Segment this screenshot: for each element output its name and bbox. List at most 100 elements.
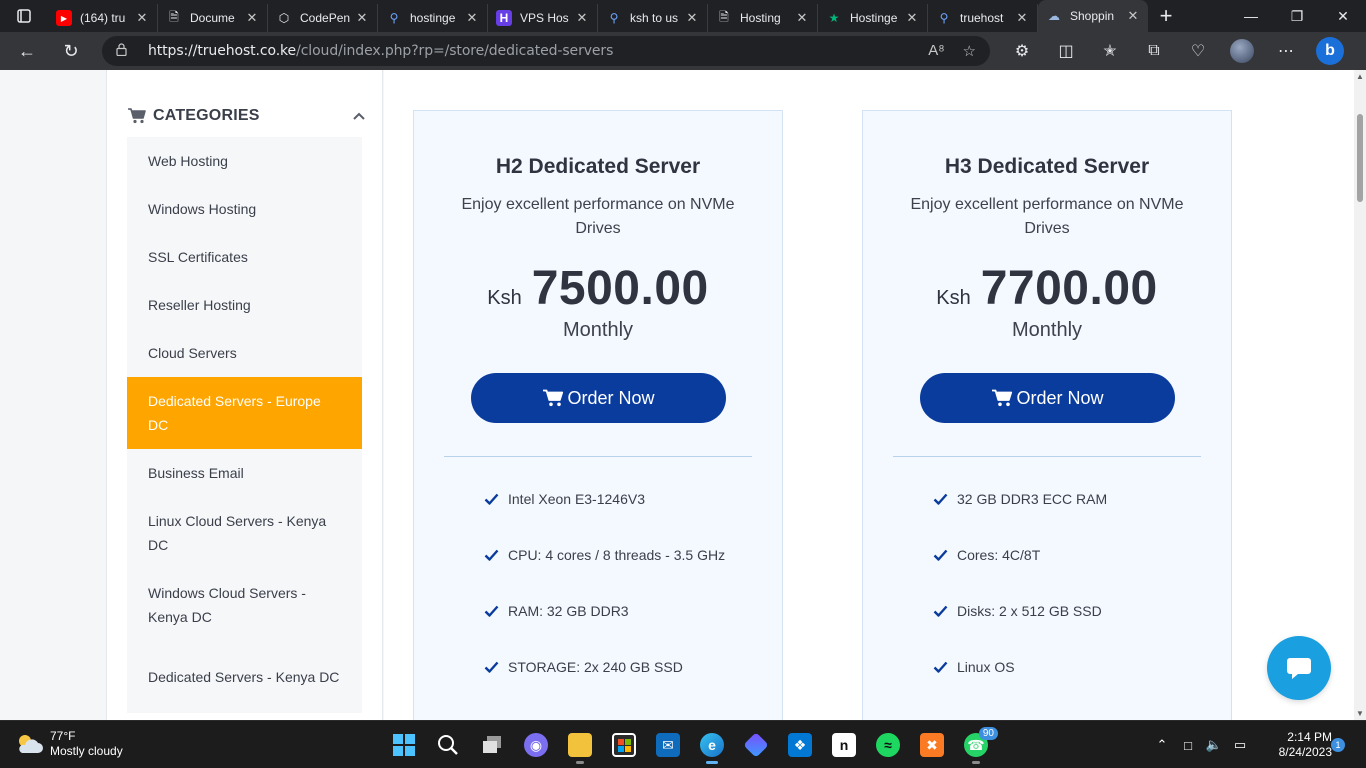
order-button-label: Order Now [1016, 387, 1104, 408]
order-now-button[interactable]: Order Now [920, 373, 1175, 423]
close-tab-icon[interactable]: ✕ [245, 10, 259, 26]
favorite-star-icon[interactable]: ☆ [963, 42, 976, 60]
category-item[interactable]: Windows Hosting [127, 185, 362, 233]
category-item[interactable]: Reseller Hosting [127, 281, 362, 329]
category-item[interactable]: Windows Cloud Servers - Kenya DC [127, 569, 362, 641]
start-button[interactable] [382, 725, 426, 765]
price-currency: Ksh [936, 287, 971, 309]
browser-tab-6[interactable]: 🗎 Hosting ✕ [708, 4, 818, 32]
split-screen-icon[interactable]: ◫ [1044, 32, 1088, 70]
order-button-label: Order Now [567, 387, 655, 408]
whatsapp-app[interactable]: ☎ 90 [954, 725, 998, 765]
close-tab-icon[interactable]: ✕ [135, 10, 149, 26]
close-tab-icon[interactable]: ✕ [355, 10, 369, 26]
tab-title: (164) tru [80, 11, 126, 25]
taskbar-clock[interactable]: 2:14 PM 8/24/2023 [1262, 730, 1332, 760]
teams-chat-app[interactable]: ◉ [514, 725, 558, 765]
feature-text: CPU: 4 cores / 8 threads - 3.5 GHz [508, 547, 726, 563]
network-icon[interactable]: □ [1176, 738, 1200, 753]
browser-tab-7[interactable]: ★ Hostinge ✕ [818, 4, 928, 32]
close-tab-icon[interactable]: ✕ [465, 10, 479, 26]
categories-header[interactable]: CATEGORIES [127, 104, 367, 128]
close-tab-icon[interactable]: ✕ [685, 10, 699, 26]
restore-button[interactable]: ❐ [1274, 0, 1320, 32]
browser-tab-0[interactable]: ▶ (164) tru ✕ [48, 4, 158, 32]
battery-icon[interactable]: ▭ [1228, 737, 1252, 753]
weather-widget[interactable]: 77°F Mostly cloudy [14, 729, 123, 759]
browser-tab-5[interactable]: ⚲ ksh to us ✕ [598, 4, 708, 32]
order-now-button[interactable]: Order Now [471, 373, 726, 423]
extensions-icon[interactable]: ⚙ [1000, 32, 1044, 70]
feature-item: Cores: 4C/8T [933, 543, 1223, 599]
close-tab-icon[interactable]: ✕ [795, 10, 809, 26]
performance-icon[interactable]: ♡ [1176, 32, 1220, 70]
task-view-button[interactable] [470, 725, 514, 765]
browser-tab-1[interactable]: 🗎 Docume ✕ [158, 4, 268, 32]
temperature-text: 77°F [50, 729, 76, 743]
browser-tab-9[interactable]: ☁ Shoppin ✕ [1038, 0, 1148, 32]
show-hidden-icons-chevron-icon[interactable]: ⌃ [1150, 737, 1174, 753]
tab-title: Shoppin [1070, 9, 1115, 23]
browser-tab-3[interactable]: ⚲ hostinge ✕ [378, 4, 488, 32]
new-tab-button[interactable]: + [1148, 3, 1184, 29]
browser-tab-4[interactable]: H VPS Hos ✕ [488, 4, 598, 32]
price-amount: 7500.00 [531, 262, 709, 315]
edge-icon: e [700, 733, 724, 757]
profile-avatar[interactable] [1220, 32, 1264, 70]
edge-browser-app[interactable]: e [690, 725, 734, 765]
category-item[interactable]: Cloud Servers [127, 329, 362, 377]
category-item[interactable]: Linux Cloud Servers - Kenya DC [127, 497, 362, 569]
search-icon: ⚲ [939, 11, 949, 25]
star-icon: ★ [828, 11, 840, 25]
close-tab-icon[interactable]: ✕ [1126, 8, 1140, 24]
spotify-icon: ≈ [876, 733, 900, 757]
browser-tab-8[interactable]: ⚲ truehost ✕ [928, 4, 1038, 32]
codepen-icon: ⬡ [278, 11, 290, 25]
category-item[interactable]: Business Email [127, 449, 362, 497]
live-chat-button[interactable] [1267, 636, 1331, 700]
notion-app[interactable]: n [822, 725, 866, 765]
close-window-button[interactable]: ✕ [1320, 0, 1366, 32]
feature-text: STORAGE: 2x 240 GB SSD [508, 659, 683, 675]
file-explorer-app[interactable] [558, 725, 602, 765]
copilot-app[interactable] [734, 725, 778, 765]
search-button[interactable] [426, 725, 470, 765]
vscode-app[interactable]: ❖ [778, 725, 822, 765]
category-item[interactable]: Dedicated Servers - Europe DC [127, 377, 362, 449]
cloud-icon: ☁ [1048, 9, 1060, 23]
microsoft-store-app[interactable] [602, 725, 646, 765]
close-tab-icon[interactable]: ✕ [575, 10, 589, 26]
spotify-app[interactable]: ≈ [866, 725, 910, 765]
bing-copilot-icon[interactable]: b [1308, 32, 1352, 70]
document-icon: 🗎 [719, 9, 729, 24]
scrollbar-thumb[interactable] [1357, 114, 1363, 202]
close-tab-icon[interactable]: ✕ [905, 10, 919, 26]
shopping-cart-icon [128, 108, 146, 124]
product-card: H3 Dedicated Server Enjoy excellent perfo… [862, 110, 1232, 720]
settings-menu-icon[interactable]: ⋯ [1264, 32, 1308, 70]
minimize-button[interactable]: — [1228, 0, 1274, 32]
collections-icon[interactable]: ⧉ [1132, 32, 1176, 70]
windows-taskbar: 77°F Mostly cloudy ◉ ✉ e ❖ n ≈ ✖ ☎ 90 ⌃ … [0, 720, 1366, 768]
browser-tab-2[interactable]: ⬡ CodePen ✕ [268, 4, 378, 32]
tab-actions-button[interactable] [0, 0, 48, 32]
xampp-app[interactable]: ✖ [910, 725, 954, 765]
notification-badge[interactable]: 1 [1331, 738, 1345, 752]
chevron-up-icon[interactable] [351, 108, 367, 124]
hostinger-icon: H [496, 10, 512, 26]
scroll-down-arrow-icon[interactable]: ▼ [1356, 709, 1364, 718]
scroll-up-arrow-icon[interactable]: ▲ [1356, 72, 1364, 81]
favorites-icon[interactable]: ✭ [1088, 32, 1132, 70]
mail-app[interactable]: ✉ [646, 725, 690, 765]
category-item[interactable]: SSL Certificates [127, 233, 362, 281]
back-button[interactable]: ← [6, 32, 48, 70]
category-item[interactable]: Web Hosting [127, 137, 362, 185]
category-item[interactable]: Dedicated Servers - Kenya DC [127, 641, 362, 713]
volume-icon[interactable]: 🔈 [1202, 737, 1226, 753]
close-tab-icon[interactable]: ✕ [1015, 10, 1029, 26]
refresh-button[interactable]: ↻ [50, 32, 92, 70]
tab-title: Hostinge [850, 11, 898, 25]
read-aloud-icon[interactable]: A⁸ [928, 42, 944, 60]
page-scrollbar[interactable]: ▲ ▼ [1354, 70, 1366, 720]
address-bar[interactable]: https://truehost.co.ke/cloud/index.php?r… [102, 36, 990, 66]
